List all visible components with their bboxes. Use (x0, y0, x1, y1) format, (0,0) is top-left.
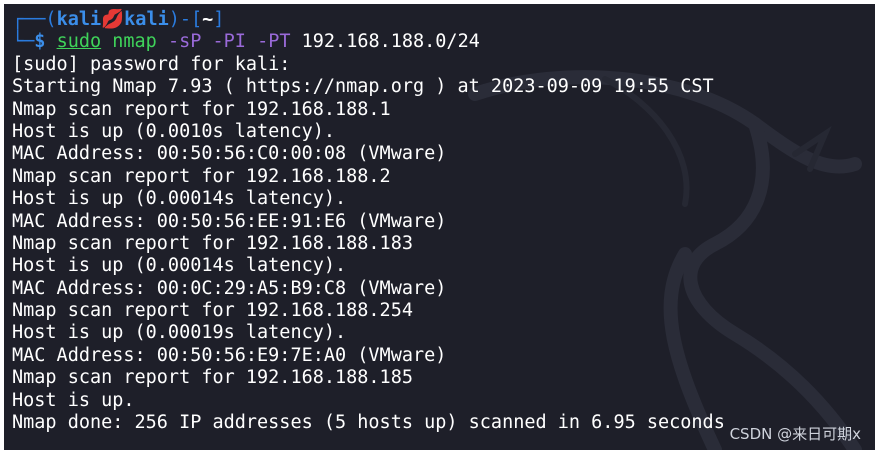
output-line: Starting Nmap 7.93 ( https://nmap.org ) … (12, 76, 714, 98)
prompt-end: ] (213, 9, 225, 30)
prompt-corner-top: ┌──( (12, 9, 57, 30)
output-line: MAC Address: 00:0C:29:A5:B9:C8 (VMware) (12, 277, 447, 299)
output-line: Nmap scan report for 192.168.188.185 (12, 367, 413, 389)
prompt-dir: ~ (202, 9, 214, 30)
prompt-line-1: ┌──(kali💋kali)-[~] (12, 9, 875, 31)
option-PI: -PI (201, 31, 246, 53)
prompt-corner-bottom: └─ (12, 31, 35, 53)
output-line: Host is up (0.0010s latency). (12, 120, 336, 142)
prompt-dollar: $ (34, 31, 57, 53)
output-line: Host is up (0.00019s latency). (12, 322, 347, 344)
output-line: Nmap scan report for 192.168.188.2 (12, 165, 391, 187)
option-PT: -PT (245, 31, 291, 53)
output-line: Host is up. (12, 389, 135, 411)
csdn-watermark: CSDN @来日可期x (729, 425, 861, 443)
output-line: MAC Address: 00:50:56:C0:00:08 (VMware) (12, 143, 447, 165)
terminal-window[interactable]: ┌──(kali💋kali)-[~] └─$ sudo nmap -sP -PI… (4, 4, 875, 450)
prompt-host: kali (124, 9, 169, 30)
output-line: MAC Address: 00:50:56:EE:91:E6 (VMware) (12, 210, 447, 232)
option-sP: -sP (167, 31, 202, 53)
output-line: Host is up (0.00014s latency). (12, 188, 347, 210)
command-nmap: nmap (101, 31, 168, 53)
output-line: [sudo] password for kali: (12, 53, 291, 75)
output-line: Nmap scan report for 192.168.188.254 (12, 300, 413, 322)
output-line: Host is up (0.00014s latency). (12, 255, 347, 277)
kali-skull-icon: 💋 (101, 9, 125, 30)
output-line: Nmap scan report for 192.168.188.1 (12, 98, 391, 120)
prompt-mid: )-[ (168, 9, 203, 30)
output-line: Nmap scan report for 192.168.188.183 (12, 232, 413, 254)
output-line: MAC Address: 00:50:56:E9:7E:A0 (VMware) (12, 344, 447, 366)
prompt-user: kali (56, 9, 102, 30)
command-sudo: sudo (56, 31, 102, 53)
command-target: 192.168.188.0/24 (290, 31, 480, 53)
prompt-line-2: └─$ sudo nmap -sP -PI -PT 192.168.188.0/… (12, 31, 875, 53)
